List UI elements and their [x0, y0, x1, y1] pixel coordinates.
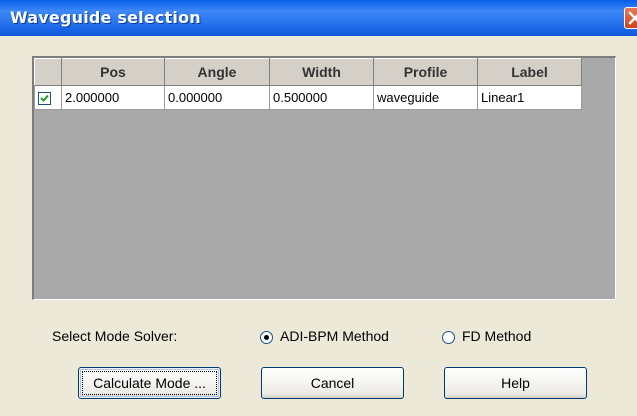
- cell-pos[interactable]: 2.000000: [61, 85, 165, 110]
- calculate-mode-button[interactable]: Calculate Mode ...: [78, 367, 221, 399]
- column-header-angle[interactable]: Angle: [164, 58, 270, 86]
- title-bar[interactable]: Waveguide selection: [0, 0, 637, 36]
- waveguide-grid[interactable]: Pos Angle Width Profile Label 2.000000 0…: [32, 56, 616, 300]
- waveguide-selection-dialog: Waveguide selection Pos Angle Width Prof…: [0, 0, 637, 416]
- row-header-corner: [34, 58, 62, 86]
- close-button[interactable]: [624, 7, 637, 29]
- radio-selected-dot: [264, 335, 269, 340]
- close-icon: [628, 11, 637, 25]
- focus-rectangle: [82, 371, 217, 395]
- cell-angle[interactable]: 0.000000: [164, 85, 270, 110]
- cancel-button[interactable]: Cancel: [261, 367, 404, 399]
- column-header-width[interactable]: Width: [269, 58, 374, 86]
- radio-adi-bpm[interactable]: [260, 331, 273, 344]
- help-button[interactable]: Help: [444, 367, 587, 399]
- table-header-row: Pos Angle Width Profile Label: [34, 58, 582, 86]
- window-title: Waveguide selection: [10, 8, 201, 27]
- column-header-pos[interactable]: Pos: [61, 58, 165, 86]
- waveguide-table: Pos Angle Width Profile Label 2.000000 0…: [34, 58, 582, 110]
- cancel-label: Cancel: [310, 375, 355, 391]
- cell-profile[interactable]: waveguide: [373, 85, 478, 110]
- radio-fd[interactable]: [442, 331, 455, 344]
- radio-label-adi-bpm[interactable]: ADI-BPM Method: [280, 328, 389, 344]
- radio-label-fd[interactable]: FD Method: [462, 328, 531, 344]
- row-checkbox-cell[interactable]: [34, 85, 62, 110]
- checkmark-icon: [40, 94, 49, 102]
- cell-width[interactable]: 0.500000: [269, 85, 374, 110]
- row-checkbox[interactable]: [38, 92, 51, 106]
- column-header-profile[interactable]: Profile: [373, 58, 478, 86]
- solver-label: Select Mode Solver:: [52, 328, 178, 344]
- help-label: Help: [501, 375, 530, 391]
- cell-label[interactable]: Linear1: [477, 85, 582, 110]
- column-header-label[interactable]: Label: [477, 58, 582, 86]
- table-row[interactable]: 2.000000 0.000000 0.500000 waveguide Lin…: [34, 85, 582, 110]
